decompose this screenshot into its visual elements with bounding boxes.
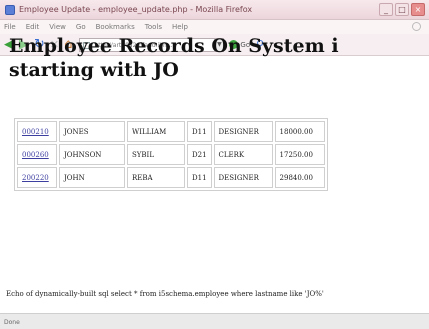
maximize-button[interactable]: □ <box>395 3 409 16</box>
menu-bar: File Edit View Go Bookmarks Tools Help <box>0 20 429 34</box>
department-cell: D21 <box>187 144 212 165</box>
employee-id-link[interactable]: 000260 <box>22 151 49 159</box>
minimize-button[interactable]: _ <box>379 3 393 16</box>
menu-edit[interactable]: Edit <box>26 23 40 31</box>
menu-help[interactable]: Help <box>172 23 188 31</box>
last-name-cell: JONES <box>59 121 125 142</box>
last-name-cell: JOHNSON <box>59 144 125 165</box>
job-cell: DESIGNER <box>213 167 273 188</box>
status-bar: Done <box>0 313 429 329</box>
window-controls: _ □ × <box>379 3 425 16</box>
table-row: 000260 JOHNSON SYBIL D21 CLERK 17250.00 <box>17 144 325 165</box>
menu-file[interactable]: File <box>4 23 16 31</box>
employee-id-link[interactable]: 000210 <box>22 128 49 136</box>
first-name-cell: REBA <box>127 167 185 188</box>
employee-id-link[interactable]: 200220 <box>22 174 49 182</box>
first-name-cell: SYBIL <box>127 144 185 165</box>
department-cell: D11 <box>187 167 212 188</box>
salary-cell: 29840.00 <box>274 167 325 188</box>
job-cell: DESIGNER <box>213 121 273 142</box>
menu-view[interactable]: View <box>49 23 66 31</box>
salary-cell: 17250.00 <box>274 144 325 165</box>
throbber-icon <box>412 22 421 31</box>
employee-table: 000210 JONES WILLIAM D11 DESIGNER 18000.… <box>14 118 328 191</box>
table-row: 000210 JONES WILLIAM D11 DESIGNER 18000.… <box>17 121 325 142</box>
first-name-cell: WILLIAM <box>127 121 185 142</box>
employee-id-cell: 200220 <box>17 167 57 188</box>
table-row: 200220 JOHN REBA D11 DESIGNER 29840.00 <box>17 167 325 188</box>
salary-cell: 18000.00 <box>274 121 325 142</box>
job-cell: CLERK <box>213 144 273 165</box>
employee-id-cell: 000210 <box>17 121 57 142</box>
last-name-cell: JOHN <box>59 167 125 188</box>
employee-id-cell: 000260 <box>17 144 57 165</box>
page-title: Employee Records On System i starting wi… <box>9 35 339 81</box>
menu-go[interactable]: Go <box>76 23 86 31</box>
sql-echo-text: Echo of dynamically-built sql select * f… <box>6 290 324 298</box>
title-bar: Employee Update - employee_update.php - … <box>0 0 429 20</box>
close-button[interactable]: × <box>411 3 425 16</box>
department-cell: D11 <box>187 121 212 142</box>
window-title: Employee Update - employee_update.php - … <box>19 5 253 14</box>
firefox-app-icon <box>5 4 15 15</box>
menu-tools[interactable]: Tools <box>145 23 162 31</box>
menu-bookmarks[interactable]: Bookmarks <box>96 23 135 31</box>
